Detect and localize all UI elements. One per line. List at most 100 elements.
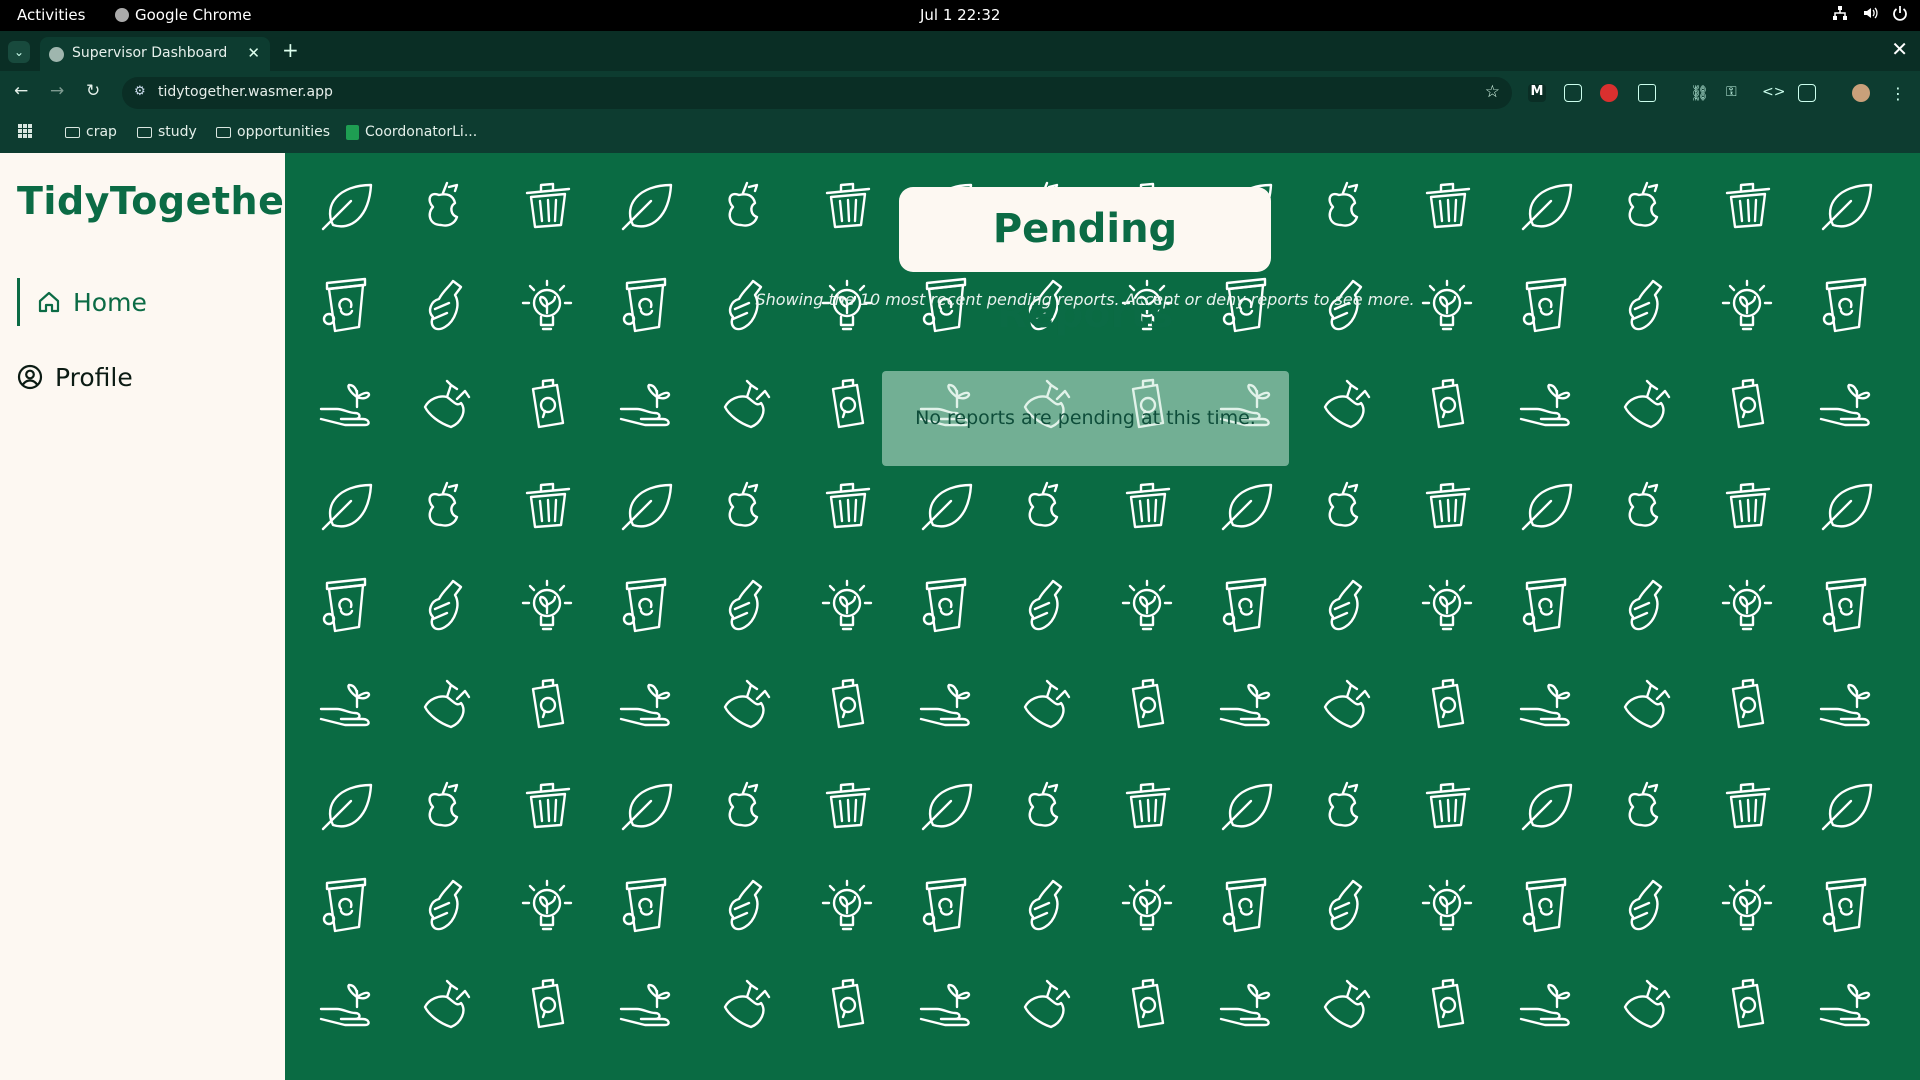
recycle-cup-icon [322, 577, 367, 633]
battery-icon [831, 678, 865, 729]
battery-icon [531, 678, 565, 729]
side-panel-icon[interactable] [1798, 84, 1816, 102]
activities-button[interactable]: Activities [17, 6, 85, 24]
extension-m-icon[interactable]: M [1528, 84, 1546, 102]
code-icon[interactable]: <> [1762, 84, 1785, 102]
bookmark-star-icon[interactable]: ☆ [1485, 82, 1500, 102]
hand-sprout-icon [1219, 683, 1271, 727]
app-menu[interactable]: Google Chrome [115, 6, 252, 24]
site-favicon-icon [49, 47, 64, 62]
bookmark-label: opportunities [237, 124, 331, 140]
battery-icon [1131, 678, 1165, 729]
leaf-icon [1521, 183, 1573, 231]
reload-button[interactable]: ↻ [86, 81, 100, 101]
hand-sprout-icon [1519, 983, 1571, 1027]
tab-strip: ⌄ Supervisor Dashboard ✕ + ✕ [0, 31, 1920, 71]
apple-core-icon [1628, 781, 1659, 827]
recycle-cup-icon [922, 877, 967, 933]
hand-sprout-icon [1219, 983, 1271, 1027]
bookmark-folder-opportunities[interactable]: opportunities [216, 124, 330, 140]
key-icon[interactable]: ⚿ [1726, 84, 1744, 102]
earth-icon [1323, 679, 1371, 729]
system-tray[interactable] [1832, 5, 1908, 21]
battery-icon [1731, 378, 1765, 429]
window-close-button[interactable]: ✕ [1891, 37, 1908, 61]
sidebar: TidyTogether Home Profile [0, 153, 303, 1080]
menu-kebab-icon[interactable]: ⋮ [1890, 84, 1908, 103]
extensions-puzzle-icon[interactable] [1638, 84, 1656, 102]
trash-bin-icon [525, 182, 571, 229]
bottle-icon [728, 879, 763, 931]
battery-icon [531, 978, 565, 1029]
sheets-icon [346, 124, 359, 140]
tab-close-icon[interactable]: ✕ [247, 44, 260, 62]
bottle-icon [1328, 879, 1363, 931]
bottle-icon [1028, 879, 1063, 931]
apple-core-icon [428, 481, 459, 527]
adblock-icon[interactable] [1600, 84, 1618, 102]
chrome-icon [115, 8, 129, 22]
leaf-icon [1221, 783, 1273, 831]
leaf-icon [321, 783, 373, 831]
extension-window-icon[interactable] [1564, 84, 1582, 102]
link-icon[interactable]: ⛓ [1690, 84, 1709, 102]
apple-core-icon [728, 181, 759, 227]
bookmark-label: crap [86, 124, 117, 140]
hand-sprout-icon [1819, 983, 1871, 1027]
browser-toolbar: ← → ↻ ⚙ tidytogether.wasmer.app ☆ M ⛓ ⚿ … [0, 71, 1920, 113]
apple-core-icon [1328, 181, 1359, 227]
new-tab-button[interactable]: + [282, 38, 299, 62]
hand-sprout-icon [619, 383, 671, 427]
apple-core-icon [1028, 781, 1059, 827]
bookmark-coordonator[interactable]: CoordonatorLi... [346, 124, 477, 140]
hand-sprout-icon [619, 683, 671, 727]
recycle-cup-icon [1522, 877, 1567, 933]
page-title-card: Pending Reports [899, 187, 1271, 337]
recycle-cup-icon [1222, 577, 1267, 633]
trash-bin-icon [525, 482, 571, 529]
trash-bin-icon [1425, 782, 1471, 829]
user-circle-icon [17, 364, 43, 390]
eco-bulb-icon [1721, 879, 1773, 931]
earth-icon [1323, 379, 1371, 429]
avatar[interactable] [1852, 84, 1870, 102]
trash-bin-icon [825, 482, 871, 529]
trash-bin-icon [525, 782, 571, 829]
apple-core-icon [1628, 481, 1659, 527]
earth-icon [723, 679, 771, 729]
sidebar-item-home[interactable]: Home [17, 278, 147, 326]
eco-bulb-icon [1721, 579, 1773, 631]
eco-bulb-icon [821, 879, 873, 931]
tab-search-button[interactable]: ⌄ [8, 41, 30, 63]
leaf-icon [1521, 783, 1573, 831]
brand-logo[interactable]: TidyTogether [17, 179, 304, 223]
bookmark-folder-study[interactable]: study [137, 124, 197, 140]
trash-bin-icon [1425, 182, 1471, 229]
trash-bin-icon [825, 782, 871, 829]
forward-button[interactable]: → [50, 81, 64, 101]
clock[interactable]: Jul 1 22:32 [920, 6, 1000, 24]
bottle-icon [1028, 579, 1063, 631]
apple-core-icon [1028, 481, 1059, 527]
eco-bulb-icon [521, 879, 573, 931]
bookmark-folder-crap[interactable]: crap [65, 124, 117, 140]
network-icon [1832, 5, 1848, 21]
apps-grid-icon[interactable] [18, 124, 32, 138]
url-text[interactable]: tidytogether.wasmer.app [158, 84, 333, 100]
leaf-icon [1821, 183, 1873, 231]
earth-icon [423, 379, 471, 429]
main-content: Pending Reports Showing the 10 most rece… [285, 153, 1920, 1080]
sidebar-item-profile[interactable]: Profile [17, 353, 133, 401]
site-info-icon[interactable]: ⚙ [134, 84, 152, 102]
apple-core-icon [1328, 781, 1359, 827]
trash-bin-icon [1425, 482, 1471, 529]
trash-bin-icon [1125, 482, 1171, 529]
trash-bin-icon [825, 182, 871, 229]
tab-supervisor-dashboard[interactable]: Supervisor Dashboard ✕ [40, 37, 270, 71]
page-title: Pending Reports [992, 206, 1178, 337]
recycle-cup-icon [1822, 877, 1867, 933]
back-button[interactable]: ← [14, 81, 28, 101]
address-bar[interactable]: ⚙ tidytogether.wasmer.app ☆ [122, 77, 1512, 109]
leaf-icon [1521, 483, 1573, 531]
eco-bulb-icon [521, 579, 573, 631]
